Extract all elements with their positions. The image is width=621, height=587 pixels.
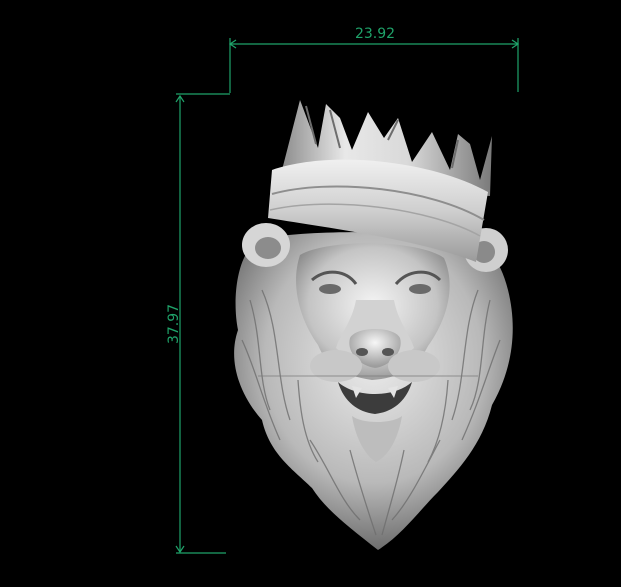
lion-head-model[interactable] — [234, 100, 513, 550]
width-dimension[interactable]: 23.92 — [176, 26, 520, 95]
width-dimension-label: 23.92 — [355, 26, 395, 42]
right-eye — [409, 284, 431, 294]
3d-viewport[interactable]: 23.92 37.97 — [0, 0, 621, 583]
height-dimension[interactable]: 37.97 — [166, 94, 226, 554]
left-eye — [319, 284, 341, 294]
height-dimension-label: 37.97 — [166, 304, 182, 344]
